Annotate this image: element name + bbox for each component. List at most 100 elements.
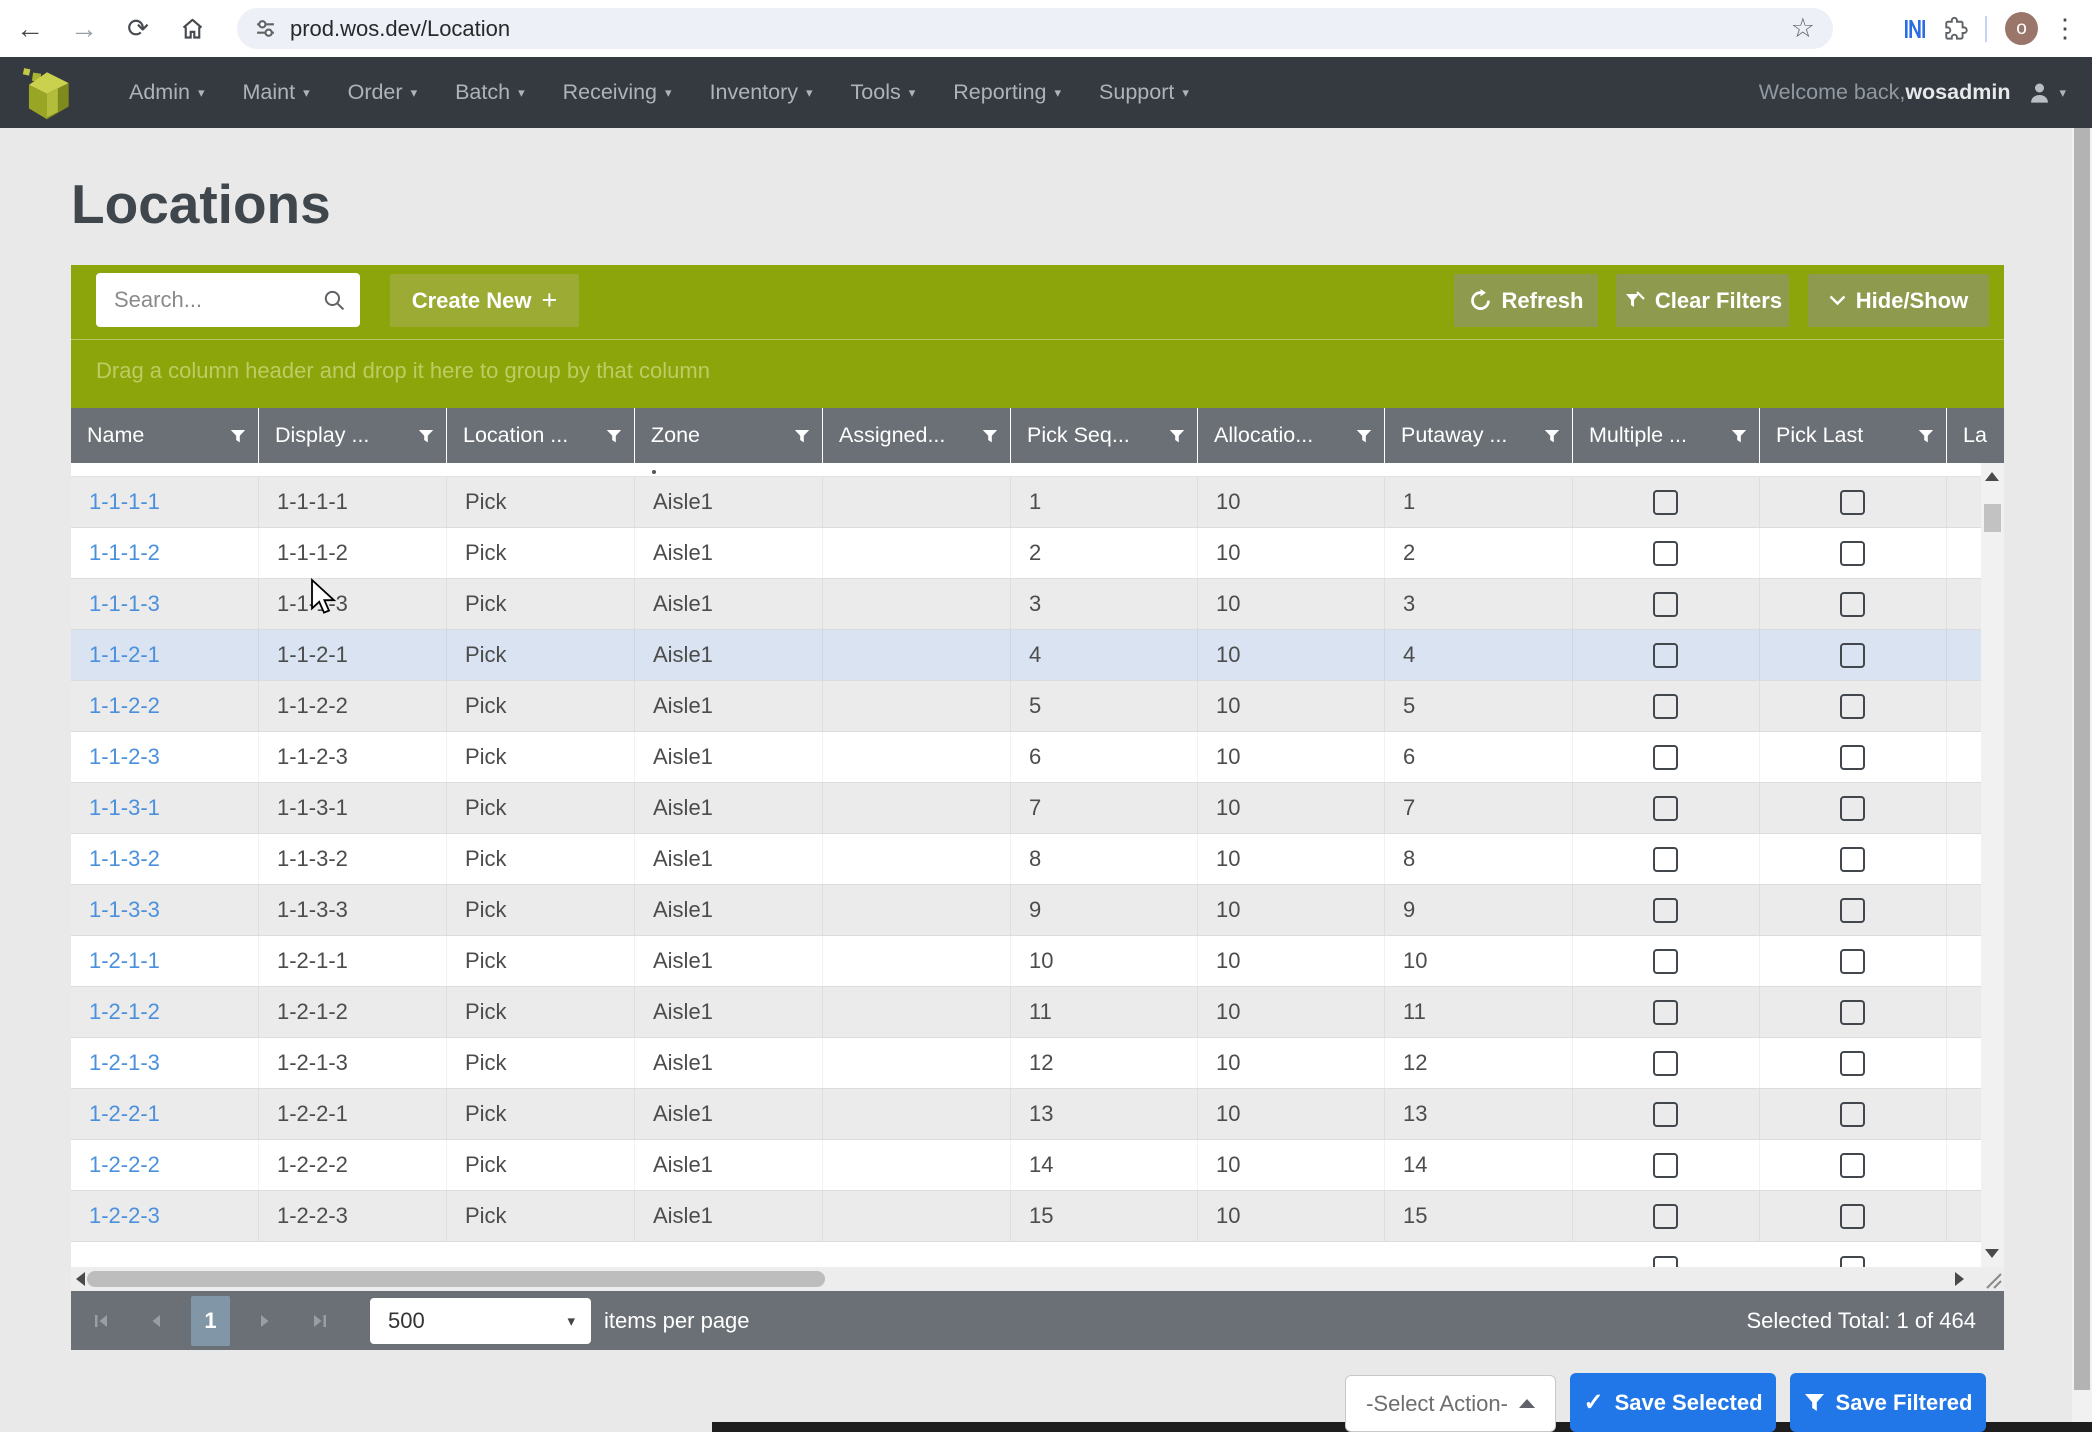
location-link[interactable]: 1-1-2-2 bbox=[89, 693, 160, 718]
grid-horizontal-scrollbar[interactable] bbox=[71, 1267, 2004, 1291]
reload-icon[interactable]: ⟳ bbox=[116, 0, 160, 57]
pick-last-checkbox[interactable] bbox=[1840, 541, 1865, 566]
location-link[interactable]: 1-1-3-1 bbox=[89, 795, 160, 820]
pick-last-checkbox[interactable] bbox=[1840, 1051, 1865, 1076]
column-header-zone[interactable]: Zone bbox=[635, 408, 823, 463]
pick-last-checkbox[interactable] bbox=[1840, 1102, 1865, 1127]
location-link[interactable]: 1-1-1-2 bbox=[89, 540, 160, 565]
table-row[interactable]: 1-2-2-11-2-2-1PickAisle1131013 bbox=[71, 1089, 1981, 1140]
pick-last-checkbox[interactable] bbox=[1840, 490, 1865, 515]
nav-item-batch[interactable]: Batch▾ bbox=[436, 57, 544, 128]
filter-icon[interactable] bbox=[1544, 428, 1560, 444]
table-row[interactable]: 1-1-3-21-1-3-2PickAisle18108 bbox=[71, 834, 1981, 885]
column-header-allocation[interactable]: Allocatio... bbox=[1198, 408, 1385, 463]
forward-icon[interactable]: → bbox=[62, 0, 106, 57]
multiple-checkbox[interactable] bbox=[1653, 592, 1678, 617]
save-filtered-button[interactable]: Save Filtered bbox=[1790, 1373, 1986, 1432]
multiple-checkbox[interactable] bbox=[1653, 643, 1678, 668]
refresh-button[interactable]: Refresh bbox=[1454, 274, 1598, 327]
nav-item-tools[interactable]: Tools▾ bbox=[832, 57, 935, 128]
location-link[interactable]: 1-2-1-2 bbox=[89, 999, 160, 1024]
extension-n-icon[interactable] bbox=[1902, 16, 1928, 42]
scroll-down-arrow-icon[interactable] bbox=[1985, 1249, 1999, 1258]
user-menu[interactable]: Welcome back, wosadmin ▾ bbox=[1759, 79, 2092, 106]
extensions-puzzle-icon[interactable] bbox=[1942, 15, 1969, 42]
location-link[interactable]: 1-2-2-2 bbox=[89, 1152, 160, 1177]
multiple-checkbox[interactable] bbox=[1653, 949, 1678, 974]
column-header-last_truncated[interactable]: La bbox=[1947, 408, 2004, 463]
location-link[interactable]: 1-1-3-3 bbox=[89, 897, 160, 922]
multiple-checkbox[interactable] bbox=[1653, 1204, 1678, 1229]
address-bar[interactable]: prod.wos.dev/Location ☆ bbox=[237, 8, 1833, 49]
table-row[interactable]: 1-2-2-31-2-2-3PickAisle1151015 bbox=[71, 1191, 1981, 1242]
pick-last-checkbox[interactable] bbox=[1840, 1000, 1865, 1025]
filter-icon[interactable] bbox=[230, 428, 246, 444]
nav-item-reporting[interactable]: Reporting▾ bbox=[934, 57, 1080, 128]
table-row[interactable]: 1-1-1-11-1-1-1PickAisle11101 bbox=[71, 477, 1981, 528]
table-row[interactable]: 1-1-2-21-1-2-2PickAisle15105 bbox=[71, 681, 1981, 732]
location-link[interactable]: 1-2-2-1 bbox=[89, 1101, 160, 1126]
scroll-right-arrow-icon[interactable] bbox=[1955, 1272, 1964, 1286]
bookmark-star-icon[interactable]: ☆ bbox=[1791, 13, 1815, 44]
table-row[interactable]: 1-1-3-11-1-3-1PickAisle17107 bbox=[71, 783, 1981, 834]
multiple-checkbox[interactable] bbox=[1653, 1256, 1678, 1267]
table-row[interactable]: 1-1-3-31-1-3-3PickAisle19109 bbox=[71, 885, 1981, 936]
pick-last-checkbox[interactable] bbox=[1840, 694, 1865, 719]
multiple-checkbox[interactable] bbox=[1653, 1051, 1678, 1076]
location-link[interactable]: 1-2-1-3 bbox=[89, 1050, 160, 1075]
search-icon[interactable] bbox=[323, 289, 346, 312]
column-header-display[interactable]: Display ... bbox=[259, 408, 447, 463]
hide-show-button[interactable]: Hide/Show bbox=[1808, 274, 1989, 327]
multiple-checkbox[interactable] bbox=[1653, 847, 1678, 872]
pick-last-checkbox[interactable] bbox=[1840, 1256, 1865, 1267]
multiple-checkbox[interactable] bbox=[1653, 490, 1678, 515]
location-link[interactable]: 1-2-1-1 bbox=[89, 948, 160, 973]
table-row[interactable]: 1-1-1-21-1-1-2PickAisle12102 bbox=[71, 528, 1981, 579]
home-icon[interactable] bbox=[170, 0, 214, 57]
page-scrollbar-thumb[interactable] bbox=[2074, 113, 2090, 1390]
filter-icon[interactable] bbox=[418, 428, 434, 444]
filter-icon[interactable] bbox=[982, 428, 998, 444]
next-page-button[interactable] bbox=[238, 1291, 292, 1350]
table-row[interactable]: 1-2-1-31-2-1-3PickAisle1121012 bbox=[71, 1038, 1981, 1089]
prev-page-button[interactable] bbox=[129, 1291, 183, 1350]
first-page-button[interactable] bbox=[75, 1291, 129, 1350]
current-page-button[interactable]: 1 bbox=[191, 1296, 230, 1346]
table-row[interactable]: 1-1-2-11-1-2-1PickAisle14104 bbox=[71, 630, 1981, 681]
search-input[interactable] bbox=[112, 286, 323, 314]
location-link[interactable]: 1-2-2-3 bbox=[89, 1203, 160, 1228]
nav-item-order[interactable]: Order▾ bbox=[329, 57, 437, 128]
table-row[interactable]: 1-2-1-21-2-1-2PickAisle1111011 bbox=[71, 987, 1981, 1038]
browser-menu-icon[interactable]: ⋮ bbox=[2052, 13, 2078, 44]
site-settings-icon[interactable] bbox=[255, 18, 276, 39]
multiple-checkbox[interactable] bbox=[1653, 898, 1678, 923]
pick-last-checkbox[interactable] bbox=[1840, 898, 1865, 923]
nav-item-support[interactable]: Support▾ bbox=[1080, 57, 1208, 128]
pick-last-checkbox[interactable] bbox=[1840, 592, 1865, 617]
page-scrollbar[interactable] bbox=[2072, 57, 2092, 1432]
page-size-select[interactable]: 500 ▾ bbox=[370, 1298, 591, 1344]
pick-last-checkbox[interactable] bbox=[1840, 949, 1865, 974]
table-row[interactable]: 1-2-2-21-2-2-2PickAisle1141014 bbox=[71, 1140, 1981, 1191]
last-page-button[interactable] bbox=[292, 1291, 346, 1350]
url-text[interactable]: prod.wos.dev/Location bbox=[290, 16, 1791, 42]
multiple-checkbox[interactable] bbox=[1653, 745, 1678, 770]
table-row[interactable]: 1-1-2-31-1-2-3PickAisle16106 bbox=[71, 732, 1981, 783]
multiple-checkbox[interactable] bbox=[1653, 1102, 1678, 1127]
grid-vertical-scrollbar[interactable] bbox=[1981, 463, 2004, 1267]
nav-item-inventory[interactable]: Inventory▾ bbox=[691, 57, 832, 128]
scroll-left-arrow-icon[interactable] bbox=[76, 1272, 85, 1286]
column-header-name[interactable]: Name bbox=[71, 408, 259, 463]
scroll-up-arrow-icon[interactable] bbox=[1985, 472, 1999, 481]
multiple-checkbox[interactable] bbox=[1653, 1153, 1678, 1178]
location-link[interactable]: 1-1-1-3 bbox=[89, 591, 160, 616]
nav-item-receiving[interactable]: Receiving▾ bbox=[544, 57, 691, 128]
column-header-assigned[interactable]: Assigned... bbox=[823, 408, 1011, 463]
pick-last-checkbox[interactable] bbox=[1840, 847, 1865, 872]
table-row[interactable]: 1-2-1-11-2-1-1PickAisle1101010 bbox=[71, 936, 1981, 987]
filter-icon[interactable] bbox=[794, 428, 810, 444]
table-row[interactable]: 1-1-1-31-1-1-3PickAisle13103 bbox=[71, 579, 1981, 630]
column-header-location_type[interactable]: Location ... bbox=[447, 408, 635, 463]
column-header-multiple[interactable]: Multiple ... bbox=[1573, 408, 1760, 463]
create-new-button[interactable]: Create New + bbox=[390, 274, 579, 327]
